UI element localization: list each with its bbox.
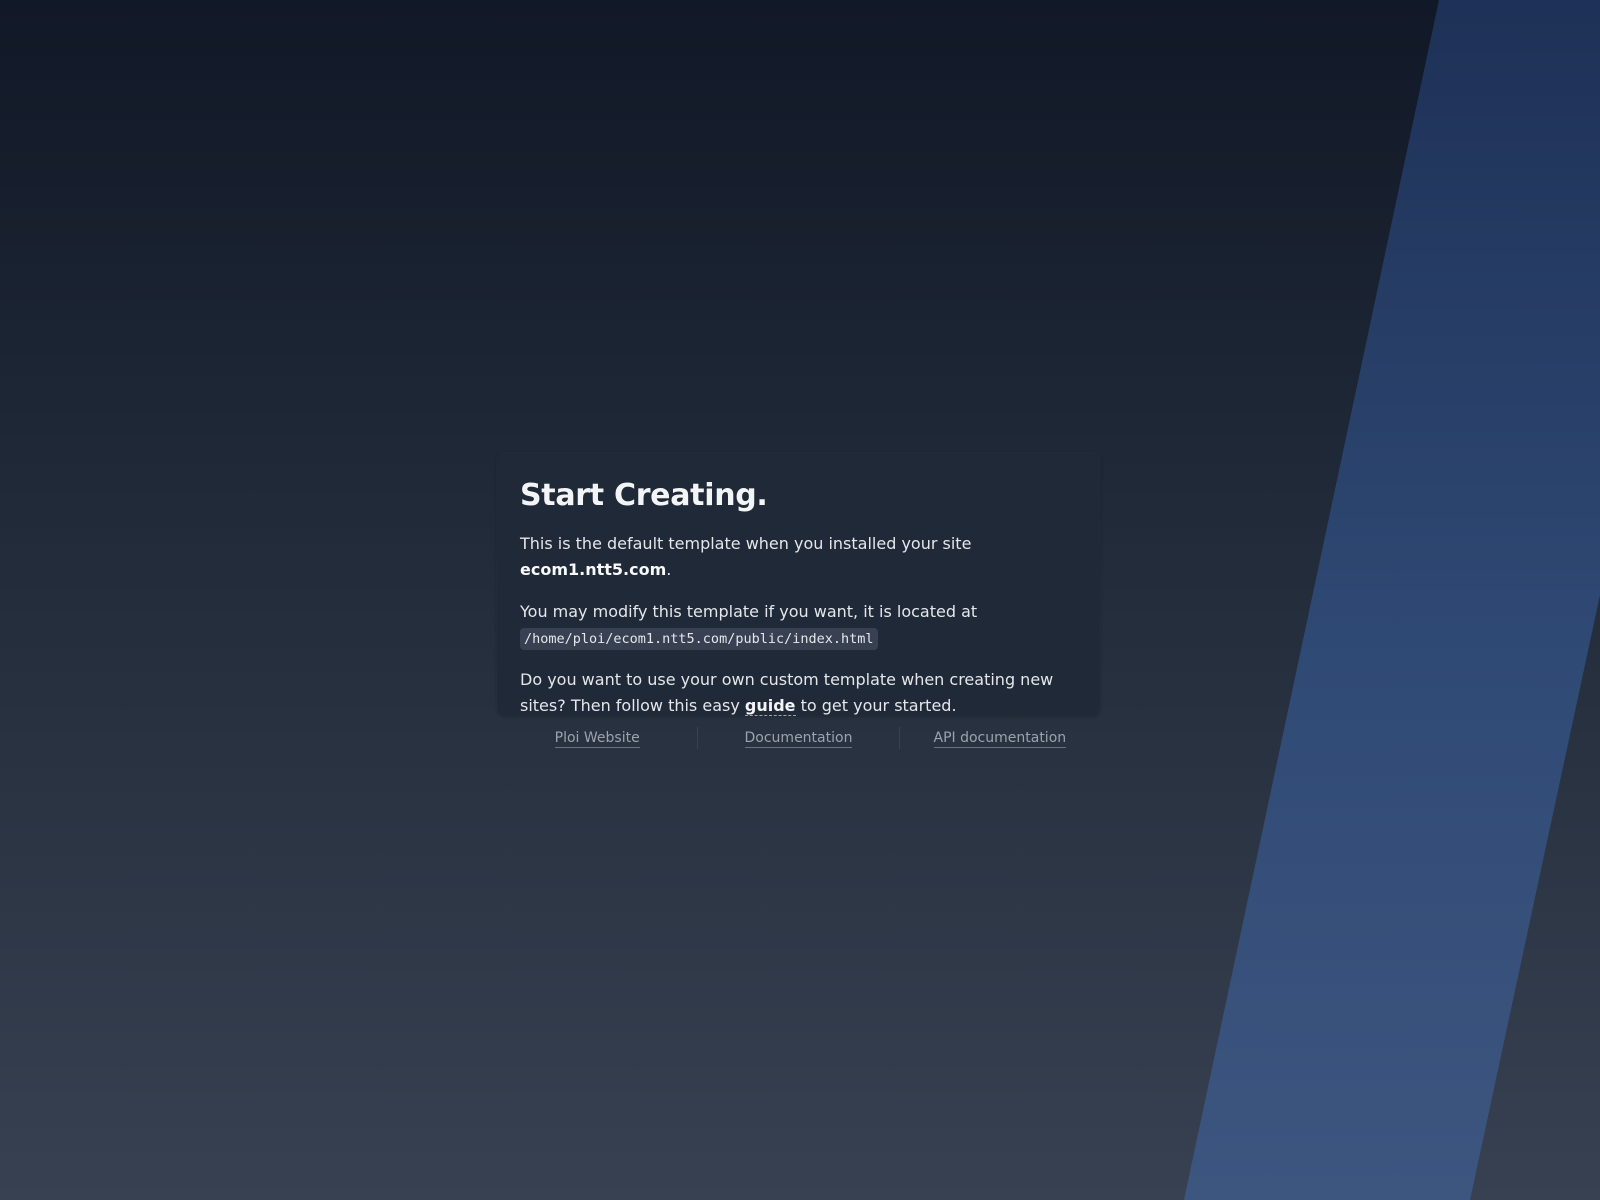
guide-link[interactable]: guide [744,696,796,716]
ploi-website-link[interactable]: Ploi Website [554,729,640,748]
intro-paragraph: This is the default template when you in… [520,531,1077,583]
footer-item: Documentation [697,727,898,749]
documentation-link[interactable]: Documentation [744,729,853,748]
custom-template-suffix: to get your started. [795,696,957,715]
api-documentation-link[interactable]: API documentation [933,729,1067,748]
intro-text: This is the default template when you in… [520,534,972,553]
welcome-card: Start Creating. This is the default temp… [497,453,1100,716]
modify-text: You may modify this template if you want… [520,602,978,621]
page-title: Start Creating. [520,478,768,513]
footer-links: Ploi Website Documentation API documenta… [497,727,1100,749]
template-location-paragraph: You may modify this template if you want… [520,599,1077,651]
template-path: /home/ploi/ecom1.ntt5.com/public/index.h… [520,628,878,650]
custom-template-paragraph: Do you want to use your own custom templ… [520,667,1077,719]
intro-suffix: . [666,560,672,579]
footer-item: Ploi Website [497,727,697,749]
footer-item: API documentation [898,727,1100,749]
site-domain: ecom1.ntt5.com [520,560,667,579]
